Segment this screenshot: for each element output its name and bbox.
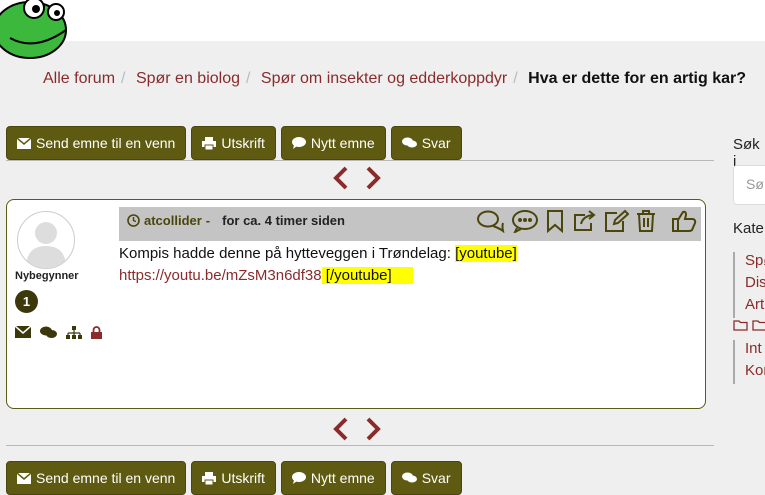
avatar[interactable]: [17, 211, 75, 269]
pager-bottom: [330, 417, 384, 441]
post-card: Nybegynner 1 atcollider - for ca. 4 time…: [6, 199, 706, 409]
sidebar-categories-label: Kate: [733, 220, 764, 237]
edit-icon[interactable]: [603, 209, 629, 233]
previous-arrow-icon[interactable]: [330, 166, 353, 190]
reply-label: Svar: [421, 470, 451, 486]
breadcrumb-separator: /: [513, 70, 518, 87]
user-rank: Nybegynner: [15, 270, 79, 282]
comments-icon[interactable]: [477, 209, 505, 233]
send-topic-label: Send emne til en venn: [36, 470, 176, 486]
breadcrumb-separator: /: [121, 70, 126, 87]
post-text: Kompis hadde denne på hytteveggen i Trøn…: [119, 245, 456, 262]
topic-toolbar-top: Send emne til en venn Utskrift Nytt emne…: [6, 126, 462, 160]
quote-icon[interactable]: [511, 209, 539, 233]
send-topic-button[interactable]: Send emne til en venn: [6, 126, 187, 160]
author-separator: -: [205, 213, 211, 228]
search-placeholder: Sø: [746, 176, 764, 192]
new-topic-button[interactable]: Nytt emne: [280, 461, 386, 495]
frog-logo[interactable]: [0, 0, 72, 60]
comments-icon: [401, 472, 417, 483]
send-topic-button[interactable]: Send emne til en venn: [6, 461, 187, 495]
sidebar-search-input[interactable]: Sø: [733, 165, 765, 205]
post-header: atcollider - for ca. 4 timer siden: [119, 207, 701, 241]
bookmark-icon[interactable]: [545, 209, 565, 233]
sidebar-category-list: Spø Dis Art Int Kor: [733, 252, 765, 384]
next-arrow-icon[interactable]: [361, 166, 384, 190]
print-label: Utskrift: [221, 470, 265, 486]
breadcrumb-separator: /: [246, 70, 251, 87]
reply-button[interactable]: Svar: [390, 461, 462, 495]
user-actions: [15, 326, 102, 339]
trash-icon[interactable]: [635, 209, 657, 233]
printer-icon: [202, 136, 217, 150]
post-author-line: atcollider - for ca. 4 timer siden: [127, 213, 345, 228]
envelope-icon[interactable]: [15, 326, 31, 339]
new-topic-button[interactable]: Nytt emne: [280, 126, 386, 160]
youtube-link[interactable]: https://youtu.be/mZsM3n6df38: [119, 267, 322, 284]
youtube-open-tag: [youtube]: [455, 245, 517, 262]
comments-icon[interactable]: [40, 326, 57, 339]
speech-bubble-icon: [291, 472, 306, 484]
divider: [6, 160, 714, 161]
sidebar-item[interactable]: Int: [733, 340, 765, 362]
top-bar: [0, 0, 765, 41]
comments-icon: [401, 137, 417, 148]
print-label: Utskrift: [221, 135, 265, 151]
pager-top: [330, 166, 384, 190]
sidebar-item[interactable]: Dis: [733, 274, 765, 296]
clock-icon: [127, 214, 140, 227]
reply-label: Svar: [421, 135, 451, 151]
share-icon[interactable]: [571, 209, 597, 233]
post-count-badge: 1: [15, 290, 38, 313]
envelope-icon: [17, 472, 31, 484]
print-button[interactable]: Utskrift: [191, 461, 276, 495]
breadcrumb-current: Hva er dette for en artig kar?: [528, 70, 746, 87]
folder-icon: [733, 320, 748, 331]
speech-bubble-icon: [291, 137, 306, 149]
breadcrumb-all-forums[interactable]: Alle forum: [43, 70, 115, 87]
print-button[interactable]: Utskrift: [191, 126, 276, 160]
sidebar-item[interactable]: Spø: [733, 252, 765, 274]
author-name[interactable]: atcollider: [144, 213, 202, 228]
post-time: for ca. 4 timer siden: [222, 213, 345, 228]
previous-arrow-icon[interactable]: [330, 417, 353, 441]
folder-icon: [752, 320, 765, 331]
sitemap-icon[interactable]: [66, 326, 82, 339]
sidebar-item[interactable]: Art: [733, 296, 765, 318]
new-topic-label: Nytt emne: [310, 470, 375, 486]
youtube-close-tag: [/youtube]: [321, 267, 413, 284]
send-topic-label: Send emne til en venn: [36, 135, 176, 151]
topic-toolbar-bottom: Send emne til en venn Utskrift Nytt emne…: [6, 461, 462, 495]
divider: [6, 445, 714, 446]
next-arrow-icon[interactable]: [361, 417, 384, 441]
reply-button[interactable]: Svar: [390, 126, 462, 160]
post-body: Kompis hadde denne på hytteveggen i Trøn…: [119, 243, 679, 287]
breadcrumb-insects[interactable]: Spør om insekter og edderkoppdyr: [261, 70, 507, 87]
thumbs-up-icon[interactable]: [671, 209, 697, 233]
breadcrumb: Alle forum / Spør en biolog / Spør om inse…: [43, 70, 746, 88]
envelope-icon: [17, 137, 31, 149]
new-topic-label: Nytt emne: [310, 135, 375, 151]
sidebar-folder-row[interactable]: [733, 318, 765, 340]
post-actions: [477, 209, 697, 233]
lock-icon[interactable]: [91, 326, 102, 339]
breadcrumb-ask-biologist[interactable]: Spør en biolog: [136, 70, 240, 87]
sidebar-item[interactable]: Kor: [733, 362, 765, 384]
